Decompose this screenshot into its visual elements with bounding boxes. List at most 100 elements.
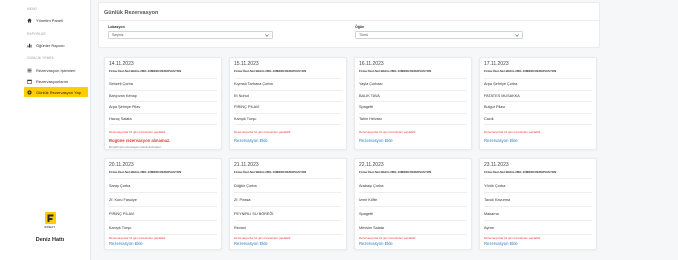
menu-item: PEYNİRLİ SU BÖREĞİ [234,207,342,221]
card-company: Firma Özel Akıl Bildim 2801-108NNN REZER… [109,69,182,73]
sidebar-item-label: Rezervasyonlarım [36,78,69,84]
menu-item: Et Nohut [234,91,342,102]
logo-mark: ERBAY [44,225,56,229]
add-reservation-link[interactable]: Rezervasyon Ekle [484,241,592,247]
sidebar-item-label: Yönetim Paneli [36,17,63,23]
menu-list: Saray Çorba Zf. Kuru Fasulye PİRİNÇ PİLA… [109,178,217,235]
card-date: 22.11.2023 [359,162,384,168]
location-label: Lokasyon [108,25,125,29]
closed-warning: Bugüne rezervasyon alınamaz. [109,138,171,143]
sidebar-item-my-reservations[interactable]: Rezervasyonlarım [24,76,88,86]
menu-list: Kıymalı Tarhana Çorba Et Nohut PİRİNÇ Pİ… [234,78,342,125]
chevron-down-icon [515,34,519,37]
card-date: 20.11.2023 [109,162,134,168]
card-date: 16.11.2023 [359,61,384,67]
page-title: Günlük Rezervasyon [104,10,159,16]
menu-item: PİRİNÇ PİLAVI [234,102,342,114]
menu-item: Karışık Turşu [109,221,217,235]
menu-item: Makarna [484,207,592,221]
sidebar-item-make-daily-reservation[interactable]: Günlük Rezervasyon Yap [24,87,88,97]
menu-item: Arpa Şehriye Çorba [484,79,592,91]
card-company: Firma Özel Akıl Bildim 2801-108NNN REZER… [234,170,307,174]
filter-panel: Günlük Rezervasyon Lokasyon Seçiniz Öğün… [98,2,600,48]
menu-item: Arabaşı Çorba [359,179,467,193]
logo-name: Deniz Hattı [35,237,65,243]
menu-item: BALIK TAVA [359,91,467,102]
card-date: 17.11.2023 [484,61,509,67]
card-date: 23.11.2023 [484,162,509,168]
sidebar-item-dashboard[interactable]: Yönetim Paneli [24,15,88,25]
add-reservation-link[interactable]: Rezervasyon Ekle [234,138,342,144]
menu-item: Yayla Çorbası [359,79,467,91]
menu-item: Yörük Çorba [484,179,592,193]
menu-item: Havuç Salata [109,114,217,125]
menu-list: Yörük Çorba Tavuk Kavurma Makarna Ayran [484,178,592,235]
menu-item: Mevsim Salata [359,221,467,235]
menu-item: Tahin Helvası [359,114,467,125]
menu-list: Yayla Çorbası BALIK TAVA Spagetti Tahin … [359,78,467,125]
add-reservation-link[interactable]: Rezervasyon Ekle [484,138,592,144]
report-icon [27,43,32,48]
add-reservation-link[interactable]: Rezervasyon Ekle [234,241,342,247]
card-note: Rezervasyonlar bir gün öncesinden yapıla… [109,130,167,134]
sidebar-item-label: Günlük Rezervasyon Yap [36,89,81,95]
day-card: 16.11.2023 Firma Özel Akıl Bildim 2801-1… [354,57,472,150]
menu-item: PİRİNÇ PİLAVI [109,207,217,221]
list-icon [27,68,32,73]
meal-label: Öğün [355,25,365,29]
card-company: Firma Özel Akıl Bildim 2801-108NNN REZER… [109,170,182,174]
day-card: 15.11.2023 Firma Özel Akıl Bildim 2801-1… [229,57,347,150]
sidebar: MENÜ Yönetim Paneli RAPORLAR Öğünler Rap… [0,0,91,260]
card-company: Firma Özel Akıl Bildim 2801-108NNN REZER… [359,69,432,73]
closed-warning-detail: Bu tarih için rezervasyon süresi dolmuşt… [109,145,162,149]
menu-item: Spagetti [359,102,467,114]
card-note: Rezervasyonlar bir gün öncesinden yapıla… [234,236,292,240]
sidebar-item-label: Öğünler Raporu [36,42,65,48]
sidebar-item-reservation-operations[interactable]: Rezervasyon İşlemleri [24,65,88,75]
meal-select[interactable]: Tümü [355,31,523,39]
card-date: 21.11.2023 [234,162,259,168]
menu-item: Düğün Çorba [234,179,342,193]
sidebar-item-meals-report[interactable]: Öğünler Raporu [24,40,88,50]
card-company: Firma Özel Akıl Bildim 2801-108NNN REZER… [359,170,432,174]
card-note: Rezervasyonlar bir gün öncesinden yapıla… [484,130,542,134]
chevron-down-icon [265,34,269,37]
meal-select-value: Tümü [359,33,369,37]
logo-icon [45,212,56,224]
card-note: Rezervasyonlar bir gün öncesinden yapıla… [234,130,292,134]
day-card: 23.11.2023 Firma Özel Akıl Bildim 2801-1… [479,158,597,250]
sidebar-heading-menu: MENÜ [27,7,37,11]
day-card: 17.11.2023 Firma Özel Akıl Bildim 2801-1… [479,57,597,150]
menu-item: Zf. Pırasa [234,193,342,207]
day-card: 21.11.2023 Firma Özel Akıl Bildim 2801-1… [229,158,347,250]
day-card: 22.11.2023 Firma Özel Akıl Bildim 2801-1… [354,158,472,250]
card-note: Rezervasyonlar bir gün öncesinden yapıla… [484,236,542,240]
menu-list: Sebzeli Çorba Bahçıvan Kebap Arpa Şehriy… [109,78,217,125]
menu-item: Karışık Turşu [234,114,342,125]
menu-item: Bahçıvan Kebap [109,91,217,102]
card-company: Firma Özel Akıl Bildim 2801-108NNN REZER… [234,69,307,73]
card-date: 15.11.2023 [234,61,259,67]
card-company: Firma Özel Akıl Bildim 2801-108NNN REZER… [484,170,557,174]
sidebar-heading-daily-meal: GÜNLÜK YEMEK [27,56,55,60]
add-reservation-link[interactable]: Rezervasyon Ekle [359,241,467,247]
add-reservation-link[interactable]: Rezervasyon Ekle [359,138,467,144]
menu-item: Saray Çorba [109,179,217,193]
divider [99,20,599,21]
card-note: Rezervasyonlar bir gün öncesinden yapıla… [359,236,417,240]
add-reservation-link[interactable]: Rezervasyon Ekle [109,241,217,247]
home-icon [27,17,32,23]
menu-item: Bulgur Pilavı [484,102,592,114]
menu-item: Zf. Kuru Fasulye [109,193,217,207]
menu-item: Tavuk Kavurma [484,193,592,207]
card-company: Firma Özel Akıl Bildim 2801-108NNN REZER… [484,69,557,73]
menu-item: Kıymalı Tarhana Çorba [234,79,342,91]
calendar-icon [27,79,32,84]
location-select[interactable]: Seçiniz [108,31,273,39]
plus-circle-icon [27,89,32,95]
sidebar-heading-reports: RAPORLAR [27,32,46,36]
card-date: 14.11.2023 [109,61,134,67]
menu-item: İzmir Köfte [359,193,467,207]
menu-item: Spagetti [359,207,467,221]
menu-list: Arabaşı Çorba İzmir Köfte Spagetti Mevsi… [359,178,467,235]
